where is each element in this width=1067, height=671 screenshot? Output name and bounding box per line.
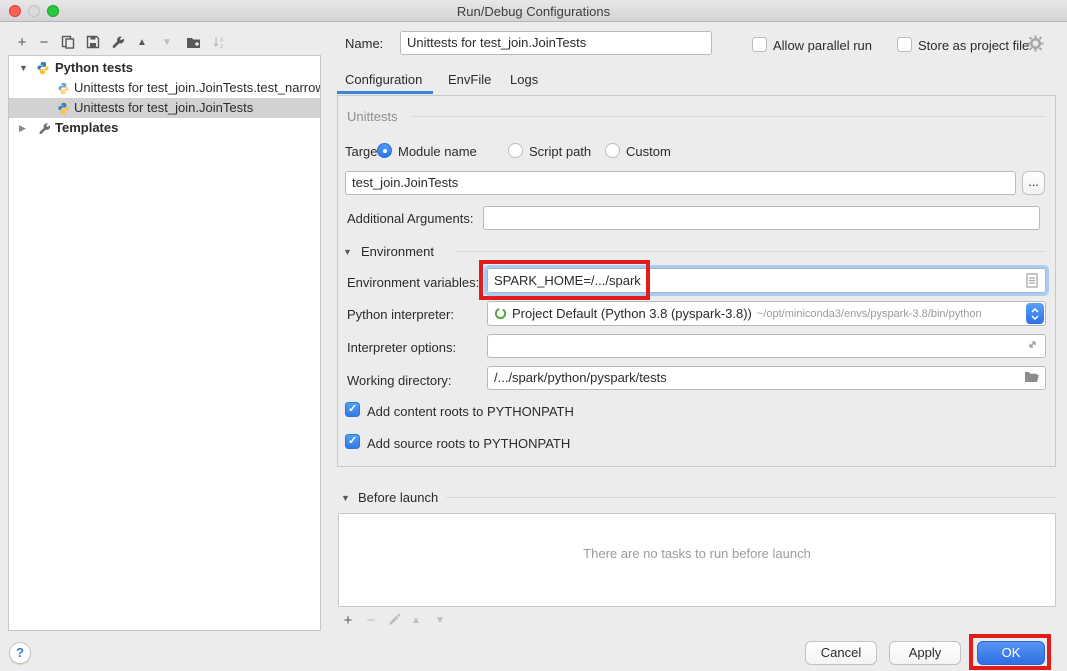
target-module-name-label: Module name xyxy=(398,144,477,159)
move-task-down-icon[interactable]: ▼ xyxy=(430,610,450,630)
run-debug-configurations-dialog: Run/Debug Configurations + − ▲ ▼ az ▼ Py… xyxy=(0,0,1067,671)
edit-task-icon[interactable] xyxy=(384,610,404,630)
expand-arrow-icon[interactable]: ▶ xyxy=(19,118,26,138)
apply-button[interactable]: Apply xyxy=(889,641,961,665)
before-launch-task-list: There are no tasks to run before launch xyxy=(338,513,1056,607)
working-directory-input[interactable]: /.../spark/python/pyspark/tests xyxy=(487,366,1046,390)
add-source-roots-label: Add source roots to PYTHONPATH xyxy=(367,436,570,451)
python-interpreter-value: Project Default (Python 3.8 (pyspark-3.8… xyxy=(512,303,752,325)
move-down-icon[interactable]: ▼ xyxy=(157,32,177,52)
unittests-group-title: Unittests xyxy=(347,109,398,124)
store-options-gear-icon[interactable] xyxy=(1027,35,1044,55)
target-module-name-radio[interactable] xyxy=(377,143,392,158)
save-configuration-icon[interactable] xyxy=(83,32,103,52)
tree-item-unittests-narrow[interactable]: Unittests for test_join.JoinTests.test_n… xyxy=(9,78,320,98)
interpreter-options-input[interactable] xyxy=(487,334,1046,358)
add-content-roots-label: Add content roots to PYTHONPATH xyxy=(367,404,574,419)
browse-folder-icon[interactable] xyxy=(1024,371,1040,386)
target-script-path-label: Script path xyxy=(529,144,591,159)
additional-arguments-label: Additional Arguments: xyxy=(347,211,473,226)
env-vars-highlight-annotation xyxy=(479,260,650,300)
tree-item-label: Unittests for test_join.JoinTests.test_n… xyxy=(74,78,320,98)
allow-parallel-run-label: Allow parallel run xyxy=(773,38,872,53)
add-content-roots-checkbox[interactable] xyxy=(345,402,360,417)
target-custom-label: Custom xyxy=(626,144,671,159)
env-vars-list-icon[interactable] xyxy=(1026,273,1038,291)
target-module-input[interactable]: test_join.JoinTests xyxy=(345,171,1016,195)
store-as-project-file-label: Store as project file xyxy=(918,38,1029,53)
svg-text:a: a xyxy=(220,37,224,43)
environment-collapse-icon[interactable]: ▼ xyxy=(343,247,352,257)
name-label: Name: xyxy=(345,36,383,51)
tree-item-python-tests[interactable]: ▼ Python tests xyxy=(9,58,320,78)
copy-configuration-icon[interactable] xyxy=(58,32,78,52)
window-title: Run/Debug Configurations xyxy=(0,4,1067,19)
environment-section-rule xyxy=(455,251,1046,252)
tree-item-label: Unittests for test_join.JoinTests xyxy=(74,98,253,118)
tree-item-label: Templates xyxy=(55,118,118,138)
remove-task-icon[interactable]: − xyxy=(361,610,381,630)
tab-configuration[interactable]: Configuration xyxy=(345,72,422,87)
move-task-up-icon[interactable]: ▲ xyxy=(406,610,426,630)
before-launch-rule xyxy=(446,497,1056,498)
active-tab-underline xyxy=(337,91,433,94)
tree-item-templates[interactable]: ▶ Templates xyxy=(9,118,320,138)
allow-parallel-run-checkbox[interactable] xyxy=(752,37,767,52)
python-interpreter-label: Python interpreter: xyxy=(347,307,454,322)
templates-wrench-icon xyxy=(38,121,51,138)
sort-configurations-icon[interactable]: az xyxy=(209,32,229,52)
target-script-path-radio[interactable] xyxy=(508,143,523,158)
help-button[interactable]: ? xyxy=(9,642,31,664)
python-interpreter-select[interactable]: Project Default (Python 3.8 (pyspark-3.8… xyxy=(487,301,1046,326)
title-bar: Run/Debug Configurations xyxy=(0,0,1067,22)
expand-field-icon[interactable] xyxy=(1026,338,1039,354)
tree-item-label: Python tests xyxy=(55,58,133,78)
interpreter-options-label: Interpreter options: xyxy=(347,340,456,355)
tab-envfile[interactable]: EnvFile xyxy=(448,72,491,87)
name-value: Unittests for test_join.JoinTests xyxy=(407,35,586,50)
tab-logs[interactable]: Logs xyxy=(510,72,538,87)
before-launch-section-label: Before launch xyxy=(358,490,438,505)
empty-tasks-message: There are no tasks to run before launch xyxy=(339,546,1055,561)
working-directory-value: /.../spark/python/pyspark/tests xyxy=(494,370,667,385)
additional-arguments-input[interactable] xyxy=(483,206,1040,230)
environment-section-label: Environment xyxy=(361,244,434,259)
python-test-config-icon xyxy=(57,81,70,98)
store-as-project-file-checkbox[interactable] xyxy=(897,37,912,52)
dropdown-stepper-icon[interactable] xyxy=(1026,303,1044,324)
group-title-rule xyxy=(412,116,1046,117)
edit-templates-wrench-icon[interactable] xyxy=(108,32,128,52)
ok-button-highlight-annotation xyxy=(969,634,1051,670)
remove-configuration-icon[interactable]: − xyxy=(34,32,54,52)
move-up-icon[interactable]: ▲ xyxy=(132,32,152,52)
browse-button[interactable]: ... xyxy=(1022,171,1045,195)
add-configuration-icon[interactable]: + xyxy=(12,32,32,52)
target-module-value: test_join.JoinTests xyxy=(352,175,458,190)
new-folder-icon[interactable] xyxy=(183,32,203,52)
environment-variables-label: Environment variables: xyxy=(347,275,479,290)
python-interpreter-path: ~/opt/miniconda3/envs/pyspark-3.8/bin/py… xyxy=(757,303,982,325)
svg-text:z: z xyxy=(220,44,223,49)
working-directory-label: Working directory: xyxy=(347,373,452,388)
before-launch-collapse-icon[interactable]: ▼ xyxy=(341,493,350,503)
collapse-arrow-icon[interactable]: ▼ xyxy=(19,58,28,78)
configurations-tree: ▼ Python tests Unittests for test_join.J… xyxy=(8,55,321,631)
add-task-icon[interactable]: + xyxy=(338,610,358,630)
tree-item-unittests-jointests-selected[interactable]: Unittests for test_join.JoinTests xyxy=(9,98,320,118)
target-custom-radio[interactable] xyxy=(605,143,620,158)
add-source-roots-checkbox[interactable] xyxy=(345,434,360,449)
python-tests-icon xyxy=(36,61,50,78)
name-input[interactable]: Unittests for test_join.JoinTests xyxy=(400,31,712,55)
cancel-button[interactable]: Cancel xyxy=(805,641,877,665)
python-interpreter-icon xyxy=(494,307,507,320)
python-test-config-icon xyxy=(57,101,70,118)
